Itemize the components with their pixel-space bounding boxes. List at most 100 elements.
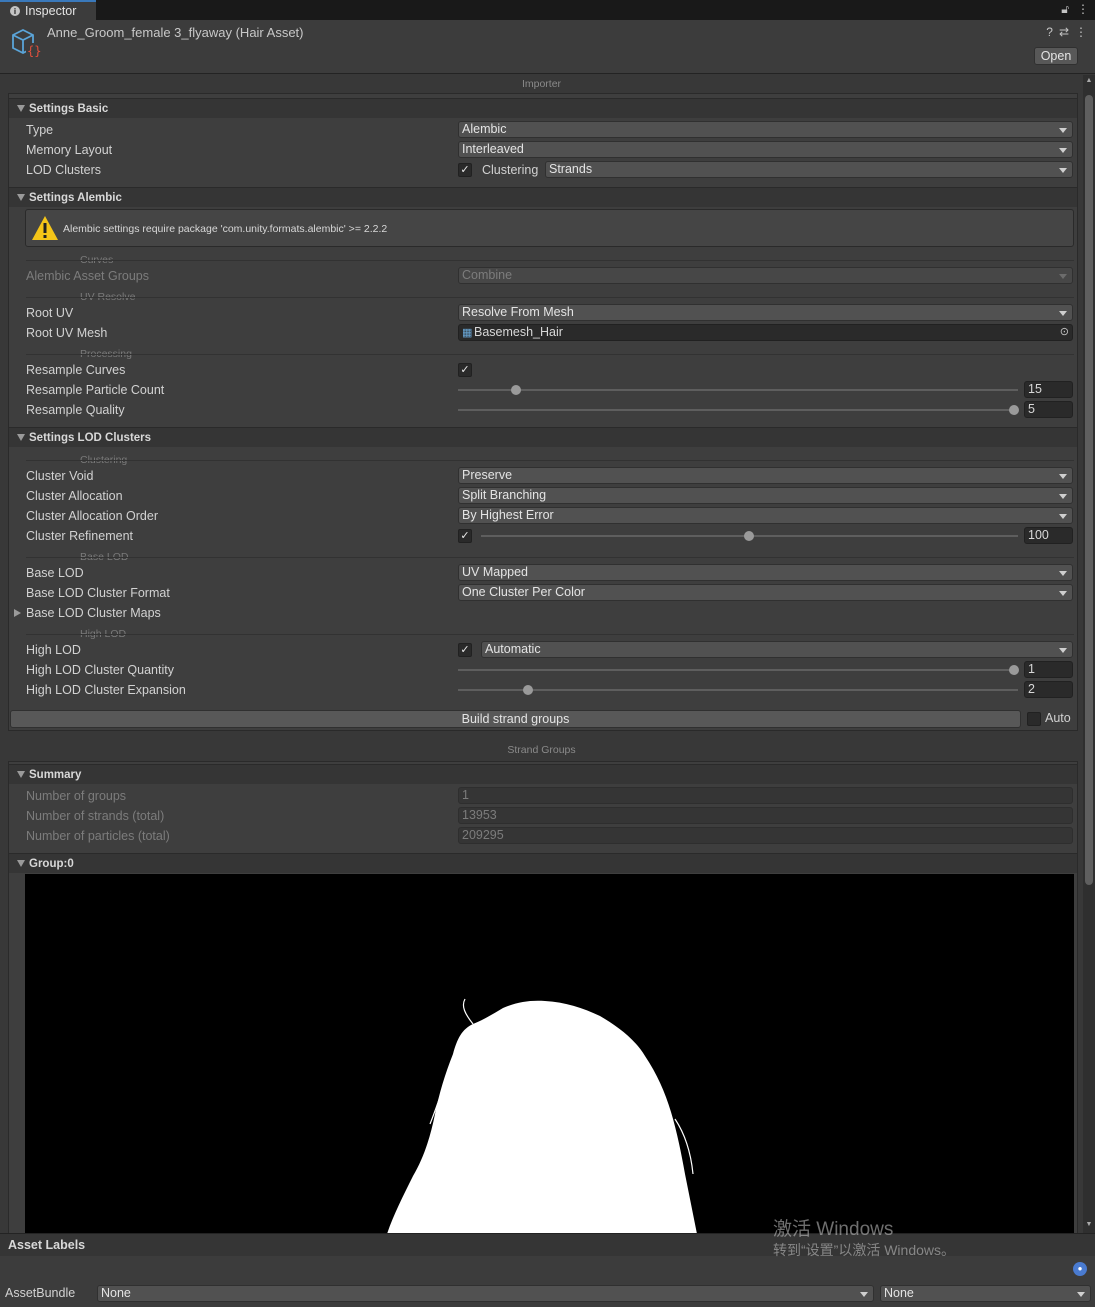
resample-particle-count-label: Resample Particle Count bbox=[26, 383, 165, 397]
open-button[interactable]: Open bbox=[1034, 47, 1078, 65]
number-of-particles-field: 209295 bbox=[458, 827, 1073, 844]
high-qty-slider-track[interactable] bbox=[458, 669, 1018, 671]
more-menu-icon[interactable]: ⋮ bbox=[1077, 2, 1089, 17]
memory-layout-dropdown[interactable]: Interleaved bbox=[458, 141, 1073, 158]
tab-inspector[interactable]: i Inspector bbox=[0, 0, 96, 20]
scroll-thumb[interactable] bbox=[1085, 95, 1093, 885]
warning-text: Alembic settings require package 'com.un… bbox=[63, 223, 388, 235]
base-lod-cluster-format-label: Base LOD Cluster Format bbox=[26, 586, 170, 600]
cluster-void-label: Cluster Void bbox=[26, 469, 94, 483]
number-of-strands-label: Number of strands (total) bbox=[26, 809, 165, 823]
foldout-summary[interactable]: Summary bbox=[9, 764, 1077, 784]
resample-quality-field[interactable]: 5 bbox=[1024, 401, 1073, 418]
clustering-label: Clustering bbox=[482, 163, 539, 177]
number-of-groups-label: Number of groups bbox=[26, 789, 127, 803]
resample-count-field[interactable]: 15 bbox=[1024, 381, 1073, 398]
cluster-refinement-field[interactable]: 100 bbox=[1024, 527, 1073, 544]
cluster-void-dropdown[interactable]: Preserve bbox=[458, 467, 1073, 484]
windows-activation-watermark-title: 激活 Windows bbox=[773, 1219, 894, 1240]
memory-layout-label: Memory Layout bbox=[26, 143, 113, 157]
vertical-scrollbar[interactable]: ▲ ▼ bbox=[1083, 75, 1095, 1233]
cluster-allocation-order-dropdown[interactable]: By Highest Error bbox=[458, 507, 1073, 524]
divider bbox=[26, 354, 1074, 355]
strand-groups-caption: Strand Groups bbox=[507, 744, 576, 756]
base-lod-label: Base LOD bbox=[26, 566, 84, 580]
cluster-refinement-checkbox[interactable]: ✓ bbox=[458, 529, 472, 543]
group-preview-image bbox=[25, 874, 1074, 1233]
high-lod-checkbox[interactable]: ✓ bbox=[458, 643, 472, 657]
resample-quality-slider-thumb[interactable] bbox=[1009, 405, 1019, 415]
high-lod-cluster-quantity-label: High LOD Cluster Quantity bbox=[26, 663, 174, 677]
object-picker-icon[interactable]: ⊙ bbox=[1060, 325, 1069, 340]
tab-bar: i Inspector 🔓︎ ⋮ bbox=[0, 0, 1095, 20]
svg-text:{}: {} bbox=[27, 44, 41, 58]
lod-clusters-label: LOD Clusters bbox=[26, 163, 102, 177]
resample-curves-checkbox[interactable]: ✓ bbox=[458, 363, 472, 377]
foldout-settings-lod-clusters[interactable]: Settings LOD Clusters bbox=[9, 427, 1077, 447]
lock-icon[interactable]: 🔓︎ bbox=[1061, 2, 1069, 17]
context-menu-icon[interactable]: ⋮ bbox=[1075, 25, 1087, 39]
scroll-up-icon[interactable]: ▲ bbox=[1085, 77, 1093, 84]
tab-controls: 🔓︎ ⋮ bbox=[1061, 2, 1089, 17]
warning-box: Alembic settings require package 'com.un… bbox=[25, 209, 1074, 247]
cluster-allocation-label: Cluster Allocation bbox=[26, 489, 123, 503]
tab-label: Inspector bbox=[25, 4, 77, 18]
high-qty-field[interactable]: 1 bbox=[1024, 661, 1073, 678]
asset-title: Anne_Groom_female 3_flyaway (Hair Asset) bbox=[47, 25, 304, 40]
auto-checkbox[interactable] bbox=[1027, 712, 1041, 726]
root-uv-mesh-field[interactable]: ▦ Basemesh_Hair ⊙ bbox=[458, 324, 1073, 341]
warning-icon bbox=[32, 216, 58, 240]
inspector-content: Importer Settings Basic Type Alembic Mem… bbox=[0, 75, 1083, 1233]
cluster-allocation-order-label: Cluster Allocation Order bbox=[26, 509, 159, 523]
mesh-icon: ▦ bbox=[462, 327, 473, 339]
auto-label: Auto bbox=[1045, 711, 1071, 725]
alembic-asset-groups-label: Alembic Asset Groups bbox=[26, 269, 149, 283]
lod-clusters-checkbox[interactable]: ✓ bbox=[458, 163, 472, 177]
help-icon[interactable]: ? bbox=[1046, 25, 1053, 39]
hair-asset-icon: {} bbox=[12, 28, 41, 58]
high-exp-slider-thumb[interactable] bbox=[523, 685, 533, 695]
divider bbox=[26, 297, 1074, 298]
type-dropdown[interactable]: Alembic bbox=[458, 121, 1073, 138]
high-lod-dropdown[interactable]: Automatic bbox=[481, 641, 1073, 658]
resample-quality-label: Resample Quality bbox=[26, 403, 125, 417]
high-exp-field[interactable]: 2 bbox=[1024, 681, 1073, 698]
label-tag-icon[interactable]: ● bbox=[1073, 1262, 1087, 1276]
settings-sliders-icon[interactable]: ⇄ bbox=[1059, 25, 1069, 39]
root-uv-dropdown[interactable]: Resolve From Mesh bbox=[458, 304, 1073, 321]
base-lod-cluster-maps-foldout[interactable]: Base LOD Cluster Maps bbox=[26, 606, 161, 620]
foldout-group-0[interactable]: Group:0 bbox=[9, 853, 1077, 873]
clustering-dropdown[interactable]: Strands bbox=[545, 161, 1073, 178]
resample-count-slider-thumb[interactable] bbox=[511, 385, 521, 395]
divider bbox=[26, 260, 1074, 261]
cluster-allocation-dropdown[interactable]: Split Branching bbox=[458, 487, 1073, 504]
high-exp-slider-track[interactable] bbox=[458, 689, 1018, 691]
high-lod-cluster-expansion-label: High LOD Cluster Expansion bbox=[26, 683, 186, 697]
base-lod-dropdown[interactable]: UV Mapped bbox=[458, 564, 1073, 581]
resample-curves-label: Resample Curves bbox=[26, 363, 126, 377]
asset-bundle-dropdown[interactable]: None bbox=[97, 1285, 874, 1302]
resample-count-slider-track[interactable] bbox=[458, 389, 1018, 391]
expand-arrow-icon[interactable] bbox=[14, 609, 21, 617]
alembic-asset-groups-dropdown: Combine bbox=[458, 267, 1073, 284]
build-strand-groups-button[interactable]: Build strand groups bbox=[10, 710, 1021, 728]
type-label: Type bbox=[26, 123, 54, 137]
high-qty-slider-thumb[interactable] bbox=[1009, 665, 1019, 675]
high-lod-label: High LOD bbox=[26, 643, 81, 657]
foldout-settings-alembic[interactable]: Settings Alembic bbox=[9, 187, 1077, 207]
asset-bundle-variant-dropdown[interactable]: None bbox=[880, 1285, 1091, 1302]
resample-quality-slider-track[interactable] bbox=[458, 409, 1018, 411]
info-icon: i bbox=[10, 6, 20, 16]
inspector-header: {} Anne_Groom_female 3_flyaway (Hair Ass… bbox=[0, 20, 1095, 74]
foldout-settings-basic[interactable]: Settings Basic bbox=[9, 98, 1077, 118]
divider bbox=[26, 460, 1074, 461]
base-lod-cluster-format-dropdown[interactable]: One Cluster Per Color bbox=[458, 584, 1073, 601]
root-uv-mesh-value: Basemesh_Hair bbox=[474, 325, 563, 339]
divider bbox=[26, 634, 1074, 635]
scroll-down-icon[interactable]: ▼ bbox=[1085, 1221, 1093, 1228]
root-uv-mesh-label: Root UV Mesh bbox=[26, 326, 108, 340]
hair-silhouette bbox=[387, 998, 697, 1233]
cluster-refinement-slider-thumb[interactable] bbox=[744, 531, 754, 541]
divider bbox=[26, 557, 1074, 558]
asset-bundle-label: AssetBundle bbox=[5, 1286, 76, 1300]
